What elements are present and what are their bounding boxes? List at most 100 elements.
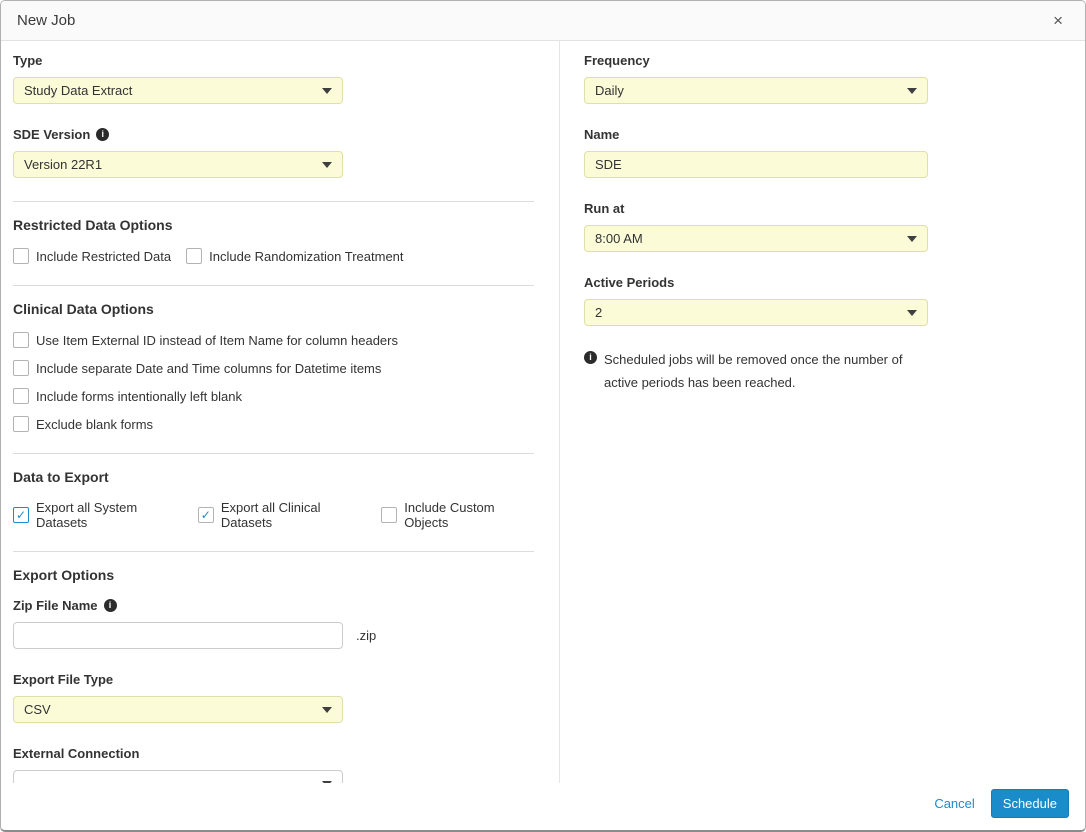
new-job-modal: New Job × Type Study Data Extract SDE Ve… <box>0 0 1086 832</box>
checkbox-icon[interactable]: ✓ <box>186 248 202 264</box>
checkbox-label: Include Randomization Treatment <box>209 249 403 264</box>
checkbox-include-forms-left-blank[interactable]: ✓ Include forms intentionally left blank <box>13 388 534 404</box>
clinical-data-options-heading: Clinical Data Options <box>13 301 534 317</box>
close-icon[interactable]: × <box>1047 8 1069 33</box>
active-periods-note: i Scheduled jobs will be removed once th… <box>584 349 940 395</box>
type-field: Type Study Data Extract <box>13 53 534 104</box>
frequency-dropdown[interactable]: Daily <box>584 77 928 104</box>
active-periods-field: Active Periods 2 <box>584 275 1085 326</box>
checkbox-icon[interactable]: ✓ <box>13 332 29 348</box>
external-connection-dropdown[interactable] <box>13 770 343 783</box>
checkbox-label: Include Custom Objects <box>404 500 534 530</box>
schedule-button[interactable]: Schedule <box>991 789 1069 818</box>
active-periods-label: Active Periods <box>584 275 1085 290</box>
zip-file-name-label: Zip File Name i <box>13 598 534 613</box>
modal-body: Type Study Data Extract SDE Version i Ve… <box>1 41 1085 783</box>
checkbox-include-custom-objects[interactable]: ✓ Include Custom Objects <box>381 500 534 530</box>
chevron-down-icon <box>907 88 917 94</box>
type-dropdown-value: Study Data Extract <box>24 83 132 98</box>
modal-footer: Cancel Schedule <box>1 783 1085 830</box>
run-at-label: Run at <box>584 201 1085 216</box>
sde-version-dropdown-value: Version 22R1 <box>24 157 102 172</box>
name-label: Name <box>584 127 1085 142</box>
restricted-checkbox-row: ✓ Include Restricted Data ✓ Include Rand… <box>13 248 534 264</box>
checkbox-include-randomization-treatment[interactable]: ✓ Include Randomization Treatment <box>186 248 403 264</box>
export-file-type-field: Export File Type CSV <box>13 672 534 723</box>
checkbox-icon[interactable]: ✓ <box>13 360 29 376</box>
sde-version-field: SDE Version i Version 22R1 <box>13 127 534 178</box>
external-connection-field: External Connection <box>13 746 534 783</box>
note-text: Scheduled jobs will be removed once the … <box>604 349 934 395</box>
data-to-export-section: Data to Export ✓ Export all System Datas… <box>13 469 534 530</box>
checkbox-label: Export all System Datasets <box>36 500 183 530</box>
export-file-type-value: CSV <box>24 702 51 717</box>
checkbox-label: Include forms intentionally left blank <box>36 389 242 404</box>
cancel-button[interactable]: Cancel <box>934 796 974 811</box>
frequency-field: Frequency Daily <box>584 53 1085 104</box>
checkbox-export-all-system-datasets[interactable]: ✓ Export all System Datasets <box>13 500 183 530</box>
active-periods-value: 2 <box>595 305 602 320</box>
checkbox-include-restricted-data[interactable]: ✓ Include Restricted Data <box>13 248 171 264</box>
checkbox-icon[interactable]: ✓ <box>13 416 29 432</box>
checkbox-separate-date-time-columns[interactable]: ✓ Include separate Date and Time columns… <box>13 360 534 376</box>
checkbox-icon[interactable]: ✓ <box>381 507 397 523</box>
run-at-value: 8:00 AM <box>595 231 643 246</box>
checkbox-use-item-external-id[interactable]: ✓ Use Item External ID instead of Item N… <box>13 332 534 348</box>
checkbox-label: Exclude blank forms <box>36 417 153 432</box>
right-column: Frequency Daily Name SDE Run at 8:00 AM <box>560 41 1085 783</box>
export-options-heading: Export Options <box>13 567 534 583</box>
zip-suffix-label: .zip <box>356 628 376 643</box>
restricted-data-options-section: Restricted Data Options ✓ Include Restri… <box>13 217 534 264</box>
export-file-type-dropdown[interactable]: CSV <box>13 696 343 723</box>
export-file-type-label: Export File Type <box>13 672 534 687</box>
section-divider <box>13 453 534 454</box>
checkbox-icon[interactable]: ✓ <box>13 388 29 404</box>
type-label: Type <box>13 53 534 68</box>
modal-title: New Job <box>17 12 75 29</box>
active-periods-dropdown[interactable]: 2 <box>584 299 928 326</box>
info-icon: i <box>584 351 597 364</box>
run-at-field: Run at 8:00 AM <box>584 201 1085 252</box>
checkbox-label: Export all Clinical Datasets <box>221 500 366 530</box>
checkbox-label: Include Restricted Data <box>36 249 171 264</box>
modal-header: New Job × <box>1 1 1085 41</box>
name-input[interactable]: SDE <box>584 151 928 178</box>
sde-version-label: SDE Version i <box>13 127 534 142</box>
chevron-down-icon <box>322 88 332 94</box>
export-options-section: Export Options Zip File Name i .zip Expo <box>13 567 534 783</box>
frequency-value: Daily <box>595 83 624 98</box>
restricted-data-options-heading: Restricted Data Options <box>13 217 534 233</box>
section-divider <box>13 285 534 286</box>
zip-row: .zip <box>13 622 534 649</box>
data-to-export-checkbox-row: ✓ Export all System Datasets ✓ Export al… <box>13 500 534 530</box>
checkbox-label: Include separate Date and Time columns f… <box>36 361 381 376</box>
run-at-dropdown[interactable]: 8:00 AM <box>584 225 928 252</box>
checkbox-icon[interactable]: ✓ <box>13 507 29 523</box>
checkbox-export-all-clinical-datasets[interactable]: ✓ Export all Clinical Datasets <box>198 500 366 530</box>
info-icon: i <box>96 128 109 141</box>
sde-version-dropdown[interactable]: Version 22R1 <box>13 151 343 178</box>
chevron-down-icon <box>907 310 917 316</box>
chevron-down-icon <box>322 707 332 713</box>
frequency-label: Frequency <box>584 53 1085 68</box>
type-dropdown[interactable]: Study Data Extract <box>13 77 343 104</box>
info-icon: i <box>104 599 117 612</box>
left-column: Type Study Data Extract SDE Version i Ve… <box>1 41 560 783</box>
checkbox-icon[interactable]: ✓ <box>13 248 29 264</box>
checkbox-icon[interactable]: ✓ <box>198 507 214 523</box>
section-divider <box>13 551 534 552</box>
zip-file-name-label-text: Zip File Name <box>13 598 98 613</box>
name-value: SDE <box>595 157 622 172</box>
external-connection-label: External Connection <box>13 746 534 761</box>
sde-version-label-text: SDE Version <box>13 127 90 142</box>
section-divider <box>13 201 534 202</box>
data-to-export-heading: Data to Export <box>13 469 534 485</box>
clinical-data-options-section: Clinical Data Options ✓ Use Item Externa… <box>13 301 534 432</box>
checkbox-label: Use Item External ID instead of Item Nam… <box>36 333 398 348</box>
name-field: Name SDE <box>584 127 1085 178</box>
chevron-down-icon <box>907 236 917 242</box>
zip-file-name-field: Zip File Name i .zip <box>13 598 534 649</box>
chevron-down-icon <box>322 162 332 168</box>
zip-file-name-input[interactable] <box>13 622 343 649</box>
checkbox-exclude-blank-forms[interactable]: ✓ Exclude blank forms <box>13 416 534 432</box>
